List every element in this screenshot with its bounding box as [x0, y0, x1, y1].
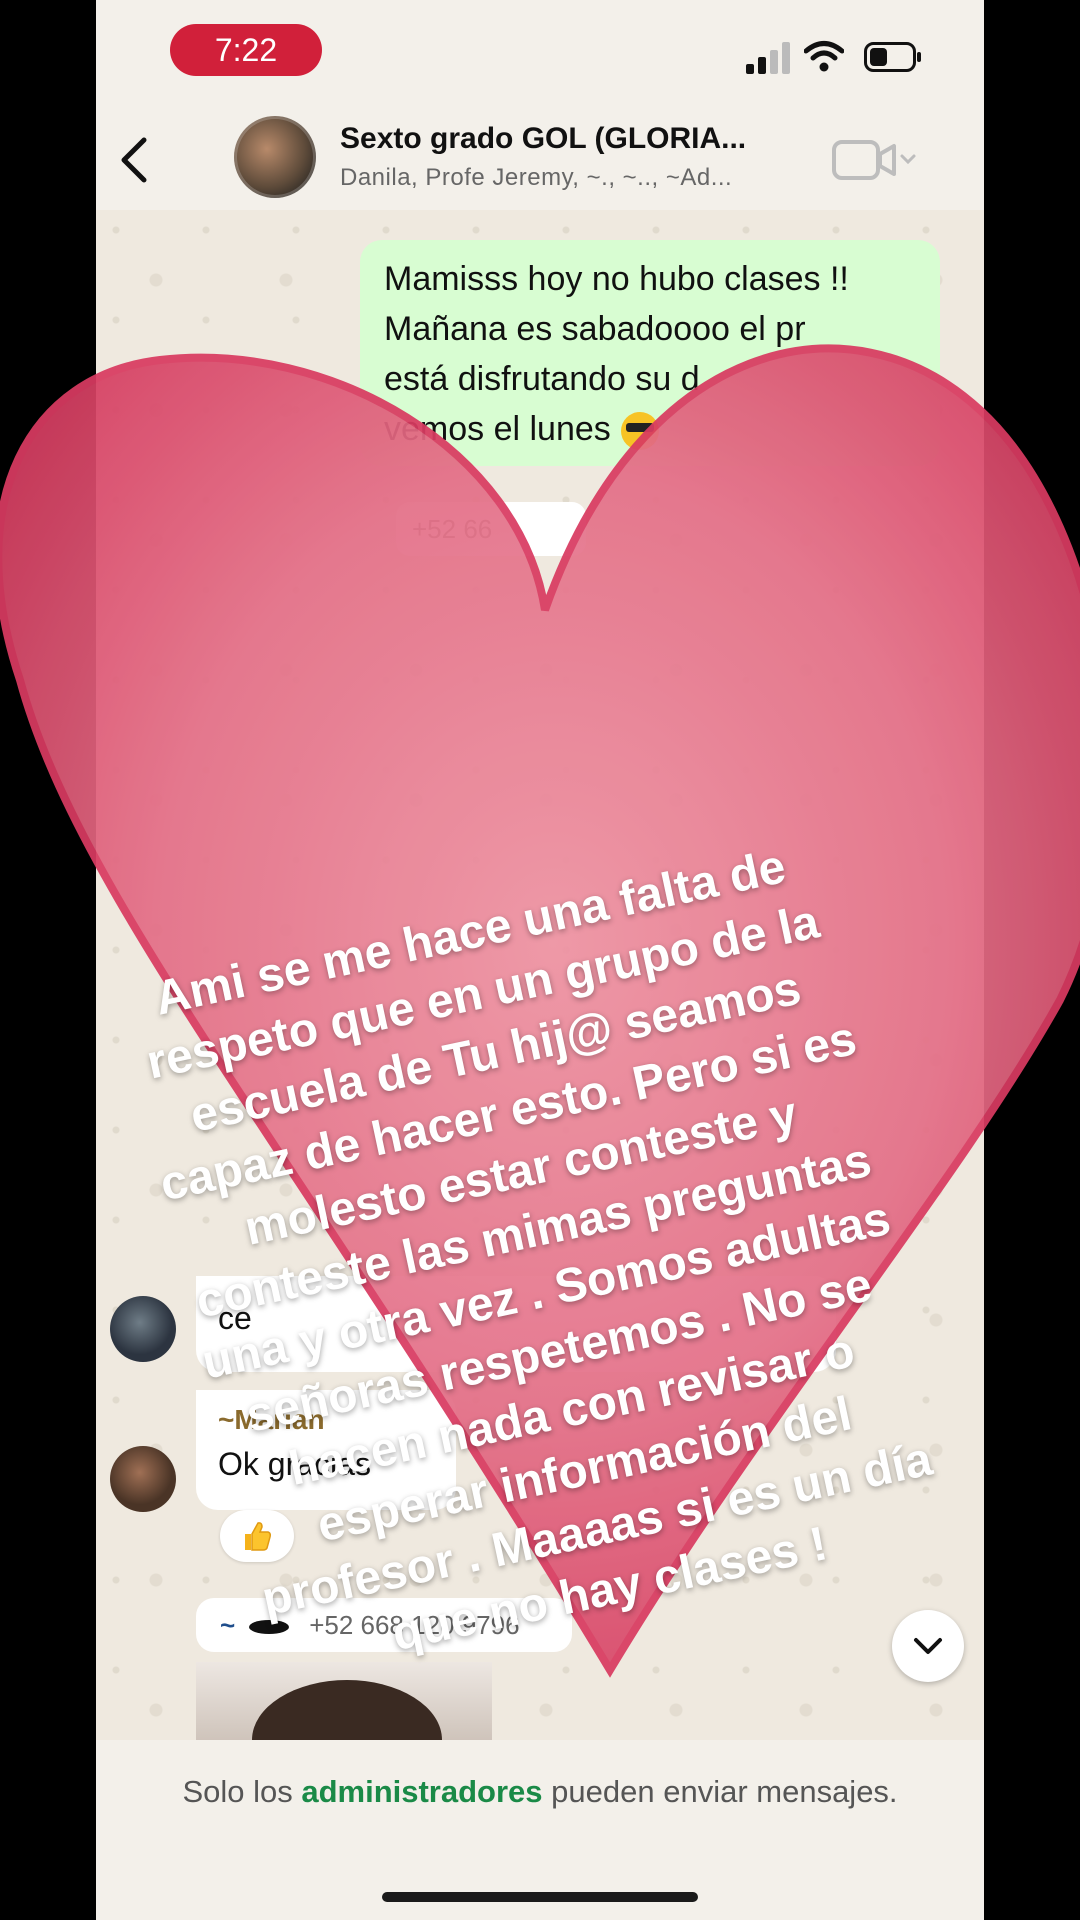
group-avatar[interactable]: [234, 116, 316, 198]
status-bar: 7:22: [96, 0, 984, 110]
home-indicator[interactable]: [382, 1892, 698, 1902]
signal-icon: [746, 42, 790, 74]
administrators-link[interactable]: administradores: [301, 1774, 542, 1809]
status-time: 7:22: [170, 24, 322, 76]
admin-only-notice: Solo los administradores pueden enviar m…: [96, 1774, 984, 1810]
group-title[interactable]: Sexto grado GOL (GLORIA...: [340, 122, 790, 156]
notice-suffix: pueden enviar mensajes.: [542, 1774, 898, 1809]
wifi-icon: [804, 41, 844, 72]
notice-prefix: Solo los: [182, 1774, 302, 1809]
battery-icon: [864, 42, 921, 72]
video-call-icon[interactable]: [832, 138, 922, 182]
group-members[interactable]: Danila, Profe Jeremy, ~., ~.., ~Ad...: [340, 164, 790, 192]
chat-header: Sexto grado GOL (GLORIA... Danila, Profe…: [96, 110, 984, 211]
back-icon[interactable]: [114, 132, 154, 188]
footer: Solo los administradores pueden enviar m…: [96, 1740, 984, 1920]
